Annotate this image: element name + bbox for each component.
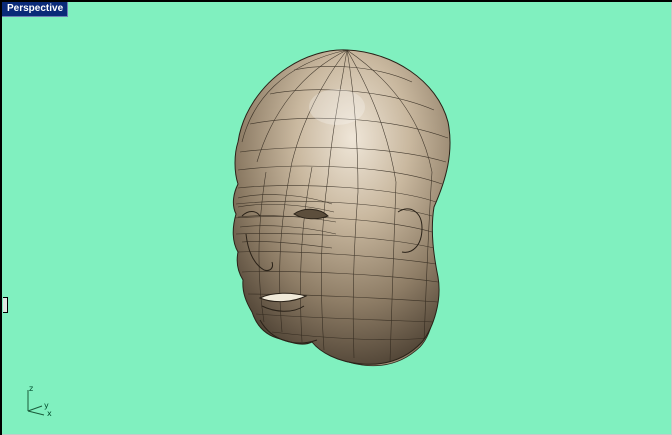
axis-gizmo (27, 390, 45, 416)
axis-x-label: x (47, 409, 52, 418)
head-mesh-model[interactable] (2, 2, 671, 434)
axis-z-label: z (29, 384, 34, 393)
perspective-viewport[interactable]: z y x Perspective (0, 0, 672, 435)
viewport-title-tab[interactable]: Perspective (2, 2, 69, 17)
viewport-canvas[interactable]: z y x (2, 2, 672, 435)
viewport-edge-handle[interactable] (3, 297, 8, 313)
